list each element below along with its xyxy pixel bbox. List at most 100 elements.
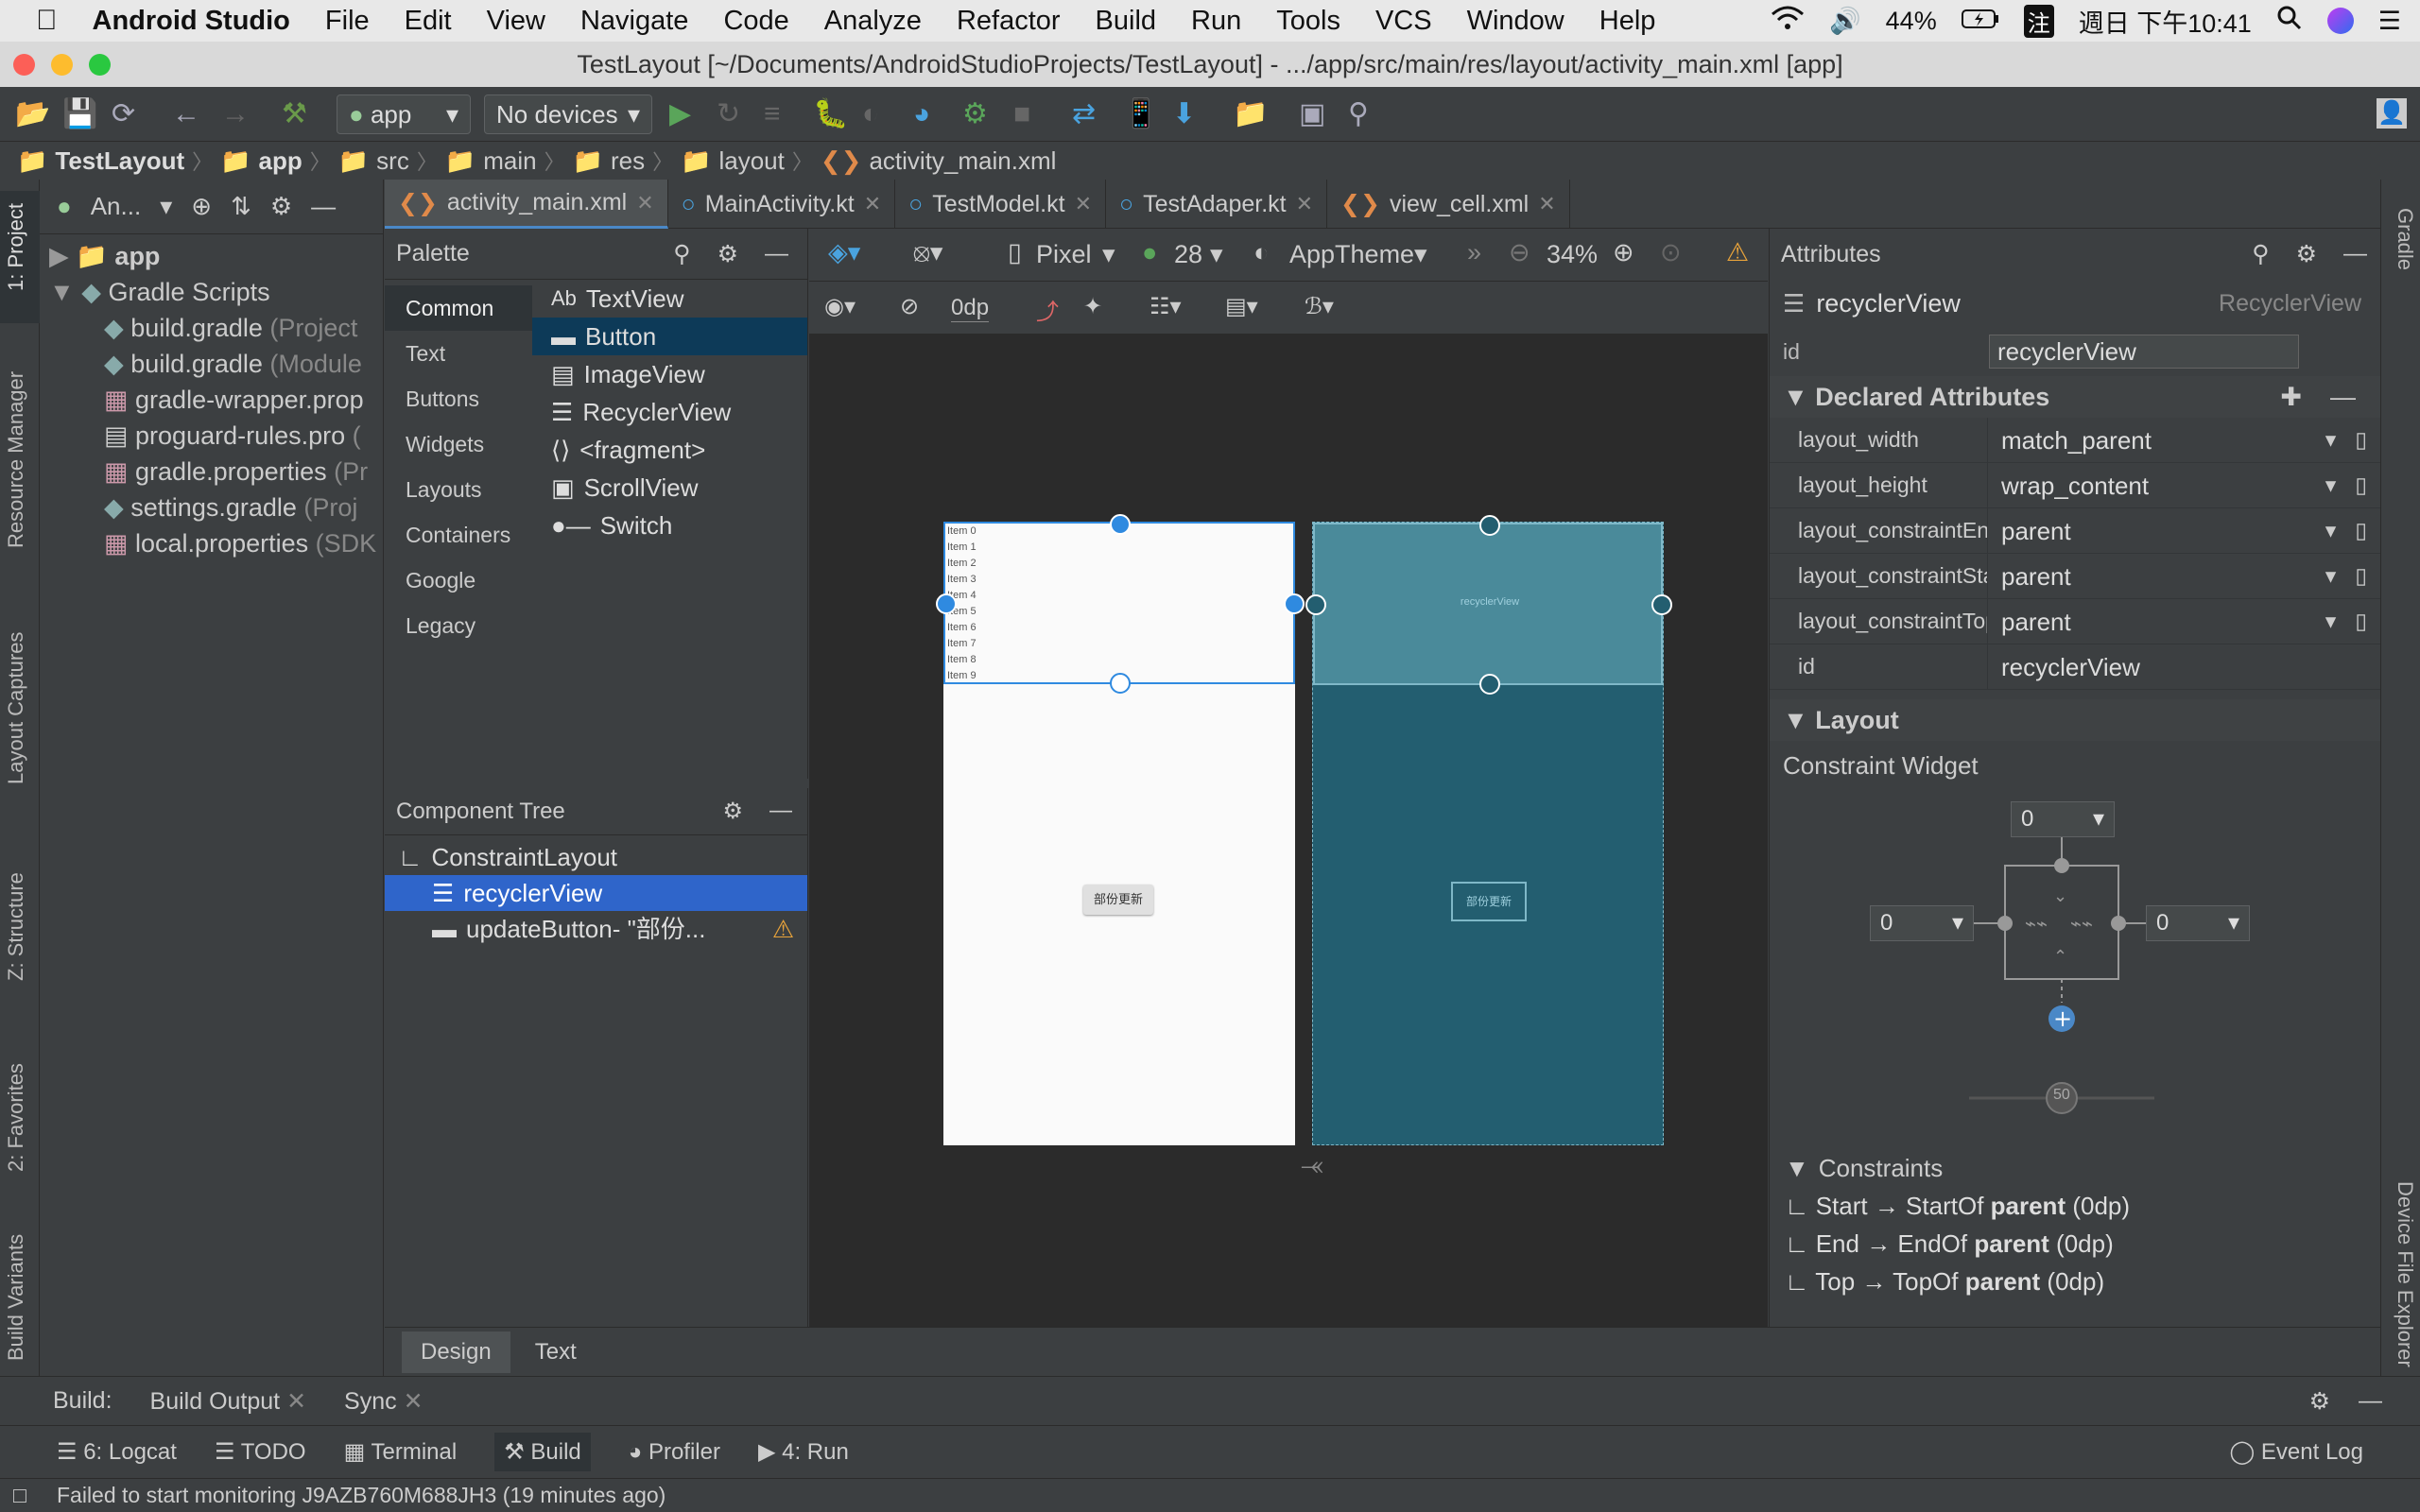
menu-file[interactable]: File bbox=[325, 6, 370, 37]
attach-debugger-icon[interactable]: ⚙ bbox=[962, 98, 988, 130]
chevron-down-icon[interactable]: ▾ bbox=[1210, 240, 1223, 269]
tree-node-constraintlayout[interactable]: ∟ ConstraintLayout bbox=[385, 839, 807, 875]
notification-center-icon[interactable]: ☰ bbox=[2378, 7, 2401, 36]
default-margin[interactable]: 0dp bbox=[951, 295, 990, 322]
constraint-handle-top[interactable] bbox=[1479, 515, 1500, 536]
run-config-select[interactable]: ● app ▾ bbox=[337, 94, 471, 134]
tab-mainactivity-kt[interactable]: ○ MainActivity.kt ✕ bbox=[668, 180, 896, 229]
tool-terminal[interactable]: ▦ Terminal bbox=[344, 1438, 458, 1466]
chevron-down-icon[interactable]: ▾ bbox=[2325, 472, 2337, 498]
bind-icon[interactable]: ▯ bbox=[2355, 427, 2367, 453]
tool-logcat[interactable]: ☰ 6: Logcat bbox=[57, 1438, 177, 1466]
attr-value[interactable]: parent bbox=[1987, 553, 2325, 599]
palette-category-legacy[interactable]: Legacy bbox=[385, 603, 532, 648]
eye-icon[interactable]: ◉▾ bbox=[824, 293, 856, 320]
zoom-out-icon[interactable]: ⊖ bbox=[1509, 238, 1530, 267]
update-button-preview[interactable]: 部份更新 bbox=[1083, 885, 1153, 915]
palette-category-common[interactable]: Common bbox=[385, 285, 532, 331]
more-icon[interactable]: » bbox=[1467, 238, 1481, 267]
search-icon[interactable]: ⚲ bbox=[673, 240, 690, 268]
siri-icon[interactable] bbox=[2326, 8, 2354, 34]
collapse-all-icon[interactable]: ⇅ bbox=[231, 192, 251, 221]
chevron-down-icon[interactable]: ▾ bbox=[2325, 427, 2337, 453]
palette-item-scrollview[interactable]: ▣ ScrollView bbox=[532, 469, 807, 507]
tab-build-output[interactable]: Build Output ✕ bbox=[150, 1387, 307, 1416]
infer-constraints-icon[interactable]: ✦ bbox=[1083, 293, 1102, 320]
run-icon[interactable]: ▶ bbox=[669, 98, 691, 130]
baseline-icon[interactable]: ℬ▾ bbox=[1305, 293, 1334, 320]
tool-profiler[interactable]: ◕ Profiler bbox=[629, 1439, 720, 1466]
gear-icon[interactable]: ⚙ bbox=[722, 798, 743, 825]
api-level-select[interactable]: 28 bbox=[1174, 240, 1202, 269]
tab-activity-main-xml[interactable]: ❮❯ activity_main.xml ✕ bbox=[385, 180, 668, 229]
sdk-manager-icon[interactable]: ⬇ bbox=[1172, 98, 1196, 130]
bias-value[interactable]: 50 bbox=[2053, 1087, 2070, 1104]
apply-changes-icon[interactable]: ↻ bbox=[717, 98, 740, 130]
tool-layout-captures[interactable]: Layout Captures bbox=[4, 632, 28, 784]
tool-resource-manager[interactable]: Resource Manager bbox=[4, 371, 28, 548]
gear-icon[interactable]: ⚙ bbox=[2296, 240, 2317, 268]
chevron-down-icon[interactable]: ▾ bbox=[2325, 609, 2337, 634]
battery-icon[interactable] bbox=[1961, 7, 1999, 36]
tool-event-log[interactable]: ◯ Event Log bbox=[2229, 1438, 2363, 1466]
palette-category-layouts[interactable]: Layouts bbox=[385, 467, 532, 512]
toggle-tool-windows-icon[interactable]: □ bbox=[13, 1479, 26, 1511]
tree-item-gradle-wrapper[interactable]: ▦ gradle-wrapper.prop bbox=[40, 382, 383, 418]
stop-icon[interactable]: ■ bbox=[1013, 98, 1030, 130]
recyclerview-preview[interactable]: Item 0 Item 1 Item 2 Item 3 Item 4 Item … bbox=[936, 514, 1305, 694]
search-everywhere-icon[interactable]: ⚲ bbox=[1348, 98, 1369, 130]
palette-category-buttons[interactable]: Buttons bbox=[385, 376, 532, 421]
apple-icon[interactable]:  bbox=[36, 5, 58, 37]
tool-build[interactable]: ⚒ Build bbox=[494, 1433, 591, 1471]
tab-testmodel-kt[interactable]: ○ TestModel.kt ✕ bbox=[895, 180, 1107, 229]
sync-gradle-icon[interactable]: ⇄ bbox=[1072, 98, 1096, 130]
remove-attribute-icon[interactable]: — bbox=[2330, 383, 2356, 412]
make-project-hammer-icon[interactable]: ⚒ bbox=[282, 98, 307, 130]
tree-item-gradle-properties[interactable]: ▦ gradle.properties (Pr bbox=[40, 454, 383, 490]
tab-text[interactable]: Text bbox=[516, 1332, 596, 1373]
close-icon[interactable]: ✕ bbox=[1075, 192, 1092, 216]
palette-item-button[interactable]: ▬ Button bbox=[532, 318, 807, 355]
chevron-down-icon[interactable]: ▾ bbox=[1102, 240, 1115, 269]
save-all-icon[interactable]: 💾 bbox=[62, 98, 97, 130]
close-icon[interactable]: ✕ bbox=[636, 191, 653, 215]
close-icon[interactable]: ✕ bbox=[1538, 192, 1555, 216]
profile-icon[interactable]: ◕ bbox=[913, 98, 930, 130]
constraint-handle-bottom[interactable] bbox=[1479, 674, 1500, 695]
breadcrumb-app[interactable]: app bbox=[259, 146, 302, 176]
hide-icon[interactable]: — bbox=[765, 240, 788, 268]
id-field[interactable] bbox=[1989, 335, 2299, 369]
palette-item-textview[interactable]: Ab TextView bbox=[532, 280, 807, 318]
attr-value[interactable]: parent bbox=[1987, 507, 2325, 554]
bind-icon[interactable]: ▯ bbox=[2355, 609, 2367, 634]
apply-code-changes-icon[interactable]: ≡ bbox=[764, 98, 781, 130]
menu-vcs[interactable]: VCS bbox=[1375, 6, 1432, 37]
breadcrumb-src[interactable]: src bbox=[376, 146, 409, 176]
chevron-down-icon[interactable]: ▾ bbox=[160, 192, 172, 221]
add-attribute-icon[interactable]: ✚ bbox=[2280, 383, 2302, 412]
tree-item-gradle-scripts[interactable]: ▼ ◆ Gradle Scripts bbox=[40, 274, 383, 310]
gear-icon[interactable]: ⚙ bbox=[2309, 1387, 2330, 1416]
constraint-handle-bottom[interactable] bbox=[1110, 673, 1131, 694]
tree-item-local-properties[interactable]: ▦ local.properties (SDK bbox=[40, 525, 383, 561]
constraints-section-header[interactable]: ▼ Constraints bbox=[1770, 1149, 2380, 1187]
forward-arrow-icon[interactable]: → bbox=[221, 98, 250, 130]
menu-edit[interactable]: Edit bbox=[405, 6, 452, 37]
palette-item-recyclerview[interactable]: ☰ RecyclerView bbox=[532, 393, 807, 431]
tab-view-cell-xml[interactable]: ❮❯ view_cell.xml ✕ bbox=[1327, 180, 1570, 229]
device-select[interactable]: No devices ▾ bbox=[484, 94, 652, 134]
constraint-item[interactable]: ∟ Top → TopOf parent (0dp) bbox=[1770, 1263, 2380, 1300]
attr-value[interactable]: match_parent bbox=[1987, 417, 2325, 463]
constraint-handle-top[interactable] bbox=[1110, 514, 1131, 535]
tab-design[interactable]: Design bbox=[402, 1331, 510, 1373]
attr-value[interactable]: wrap_content bbox=[1987, 462, 2325, 508]
bind-icon[interactable]: ▯ bbox=[2355, 472, 2367, 498]
sync-icon[interactable]: ⟳ bbox=[112, 98, 135, 130]
tree-item-app[interactable]: ▶ 📁 app bbox=[40, 238, 383, 274]
layout-inspector-icon[interactable]: ▣ bbox=[1299, 98, 1325, 130]
recyclerview-blueprint[interactable]: recyclerView bbox=[1305, 515, 1672, 695]
debug-icon[interactable]: 🐛 bbox=[813, 98, 848, 130]
spotlight-search-icon[interactable] bbox=[2276, 5, 2303, 38]
constraint-handle-start[interactable] bbox=[1305, 594, 1326, 615]
palette-item-fragment[interactable]: ⟨⟩ <fragment> bbox=[532, 431, 807, 469]
